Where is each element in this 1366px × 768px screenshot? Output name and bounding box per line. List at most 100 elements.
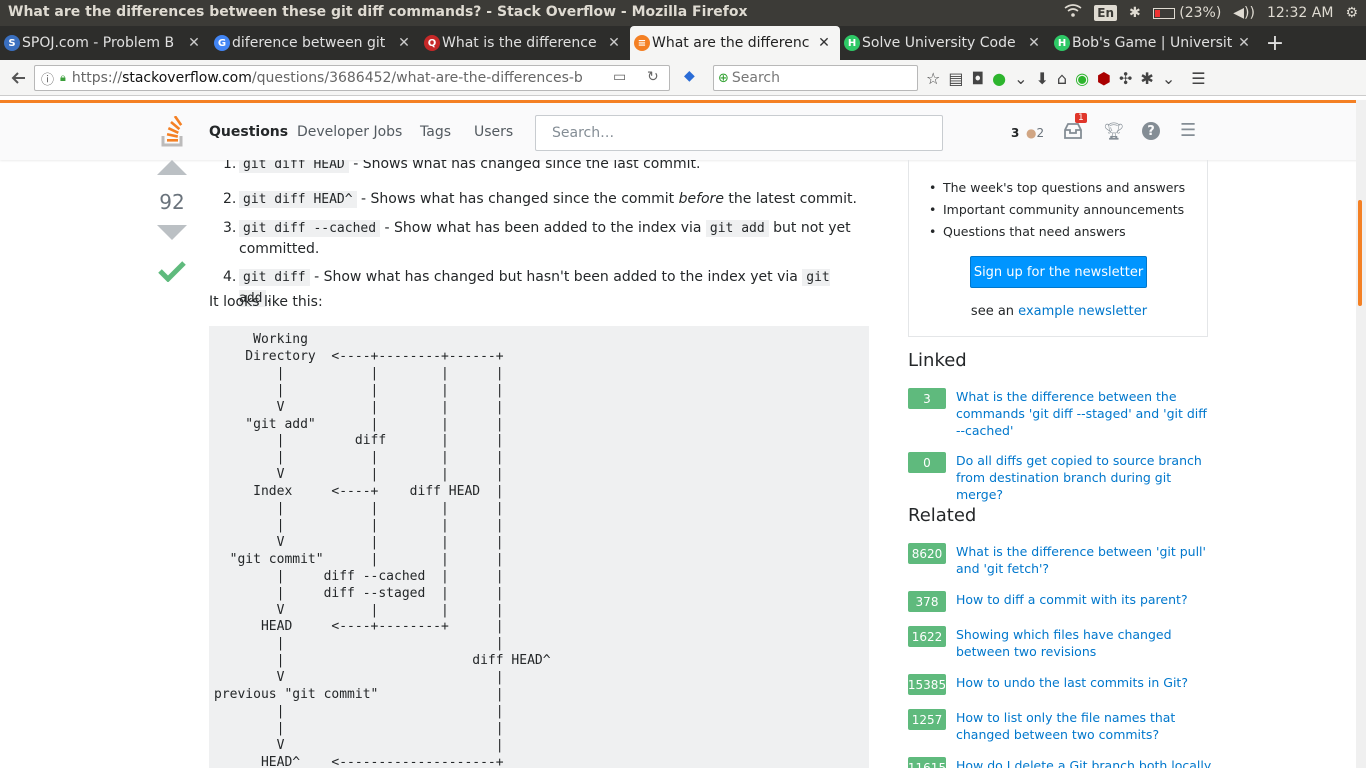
browser-tab[interactable]: H Bob's Game | Universit ✕ <box>1050 26 1260 60</box>
scrollbar-thumb[interactable] <box>1358 200 1362 306</box>
question-link[interactable]: How to list only the file names that cha… <box>956 709 1212 743</box>
network-extension-icon[interactable]: ✣ <box>1119 69 1132 88</box>
upvote-button[interactable] <box>150 160 194 180</box>
sidebar-question-item[interactable]: 11615 How do I delete a Git branch both l… <box>908 757 1211 768</box>
bronze-badge-icon: ● <box>1026 126 1037 140</box>
sidebar-question-item[interactable]: 8620 What is the difference between 'git … <box>908 543 1208 579</box>
vote-count: 92 <box>159 190 185 214</box>
pocket-icon[interactable]: ◘ <box>971 69 984 88</box>
wifi-icon[interactable] <box>1064 4 1082 22</box>
score-badge: 1257 <box>908 709 946 730</box>
extension-green-icon[interactable]: ◉ <box>1075 69 1089 88</box>
sidebar-question-item[interactable]: 3 What is the difference between the comm… <box>908 388 1208 438</box>
chevron-down-icon[interactable]: ⌄ <box>1014 69 1027 88</box>
site-switcher-icon[interactable]: ☰ <box>1180 120 1196 141</box>
downvote-button[interactable] <box>150 224 194 244</box>
so-header: Questions Developer Jobs Tags Users Sear… <box>0 100 1366 160</box>
so-search-input[interactable]: Search… <box>535 115 943 151</box>
example-newsletter-link[interactable]: example newsletter <box>1018 304 1147 319</box>
nav-users[interactable]: Users <box>474 124 513 140</box>
reload-icon[interactable]: ↻ <box>647 69 659 85</box>
url-bar[interactable]: ⓘ 🔒︎ https://stackoverflow.com/questions… <box>34 65 670 91</box>
question-link[interactable]: Do all diffs get copied to source branch… <box>956 452 1212 503</box>
score-badge: 1622 <box>908 626 946 647</box>
newsletter-box: The week's top questions and answers Imp… <box>908 160 1208 337</box>
browser-tab[interactable]: Gdiference between git ✕ <box>210 26 420 60</box>
clock[interactable]: 12:32 AM <box>1267 5 1333 21</box>
bookmark-star-icon[interactable]: ☆ <box>926 69 940 88</box>
tab-favicon-icon: H <box>1054 35 1070 51</box>
sidebar-question-item[interactable]: 378 How to diff a commit with its parent? <box>908 591 1208 627</box>
newsletter-signup-button[interactable]: Sign up for the newsletter <box>970 256 1147 288</box>
keyboard-language-indicator[interactable]: En <box>1094 5 1118 21</box>
back-button[interactable] <box>6 65 32 91</box>
reading-list-icon[interactable]: ▤ <box>948 69 963 88</box>
browser-tab-bar: S SPOJ.com - Problem B ✕ Gdiference between… <box>0 26 1366 60</box>
new-tab-button[interactable]: + <box>1260 26 1290 60</box>
browser-tab[interactable]: ≡ What are the differenc ✕ <box>630 26 840 60</box>
score-badge: 8620 <box>908 543 946 564</box>
stackoverflow-logo[interactable] <box>160 115 186 152</box>
nav-tags[interactable]: Tags <box>420 124 451 140</box>
newsletter-list: The week's top questions and answers Imp… <box>929 180 1207 239</box>
browser-tab[interactable]: S SPOJ.com - Problem B ✕ <box>0 26 210 60</box>
inbox-icon <box>1064 123 1082 139</box>
search-input[interactable]: ⊕ Search <box>713 65 918 91</box>
trophy-icon[interactable]: 🏆︎ <box>1103 122 1125 142</box>
list-item: 2. git diff HEAD^ - Shows what has change… <box>223 191 857 208</box>
reader-view-icon[interactable]: ▭ <box>613 69 626 85</box>
score-badge: 378 <box>908 591 946 612</box>
browser-nav-bar: ⓘ 🔒︎ https://stackoverflow.com/questions… <box>0 60 1366 96</box>
newsletter-item: Questions that need answers <box>929 224 1207 239</box>
tab-favicon-icon: H <box>844 35 860 51</box>
nav-developer-jobs[interactable]: Developer Jobs <box>297 124 402 140</box>
extension-bird-icon[interactable]: ◆ <box>684 68 695 84</box>
page-scrollbar[interactable] <box>1356 100 1366 768</box>
question-link[interactable]: How to undo the last commits in Git? <box>956 674 1212 691</box>
close-icon[interactable]: ✕ <box>816 35 832 51</box>
accepted-answer-check <box>150 260 194 286</box>
close-icon[interactable]: ✕ <box>606 35 622 51</box>
sidebar-question-item[interactable]: 1622 Showing which files have changed bet… <box>908 626 1208 662</box>
gear-icon[interactable]: ⚙ <box>1345 5 1358 21</box>
upvote-arrow-icon <box>157 160 187 175</box>
help-icon[interactable]: ? <box>1142 122 1160 140</box>
score-badge: 15385 <box>908 674 946 695</box>
ublock-icon[interactable]: ⬢ <box>1097 69 1111 88</box>
volume-icon[interactable]: ◀)) <box>1233 5 1255 21</box>
url-text: https://stackoverflow.com/questions/3686… <box>71 70 583 86</box>
question-link[interactable]: What is the difference between the comma… <box>956 388 1212 439</box>
question-link[interactable]: How do I delete a Git branch both locall… <box>956 757 1212 768</box>
battery-indicator[interactable]: (23%) <box>1152 5 1221 21</box>
close-icon[interactable]: ✕ <box>186 35 202 51</box>
inbox-button[interactable]: 1 <box>1063 113 1087 144</box>
nav-questions[interactable]: Questions <box>209 124 288 140</box>
info-icon[interactable]: ⓘ <box>41 69 54 88</box>
os-top-bar: What are the differences between these g… <box>0 0 1366 26</box>
sidebar-question-item[interactable]: 1257 How to list only the file names that… <box>908 709 1208 745</box>
close-icon[interactable]: ✕ <box>1026 35 1042 51</box>
browser-tab[interactable]: Q What is the difference ✕ <box>420 26 630 60</box>
question-link[interactable]: How to diff a commit with its parent? <box>956 591 1212 608</box>
newsletter-item: The week's top questions and answers <box>929 180 1207 195</box>
chevron-down-icon-2[interactable]: ⌄ <box>1162 69 1175 88</box>
downvote-arrow-icon <box>157 225 187 240</box>
lock-icon[interactable]: 🔒︎ <box>60 71 66 85</box>
question-link[interactable]: Showing which files have changed between… <box>956 626 1212 660</box>
close-icon[interactable]: ✕ <box>1236 35 1252 51</box>
download-icon[interactable]: ⬇ <box>1036 69 1049 88</box>
sidebar-question-item[interactable]: 0 Do all diffs get copied to source branc… <box>908 452 1208 502</box>
checkmark-extension-icon[interactable]: ● <box>992 69 1006 88</box>
bug-extension-icon[interactable]: ✱ <box>1140 69 1153 88</box>
sidebar-question-item[interactable]: 15385 How to undo the last commits in Git… <box>908 674 1208 710</box>
question-link[interactable]: What is the difference between 'git pull… <box>956 543 1212 577</box>
hamburger-menu-icon[interactable]: ☰ <box>1191 69 1205 88</box>
reputation-count[interactable]: 3 <box>1011 126 1019 140</box>
tab-favicon-icon: ≡ <box>634 35 650 51</box>
home-icon[interactable]: ⌂ <box>1057 69 1067 88</box>
close-icon[interactable]: ✕ <box>396 35 412 51</box>
browser-tab[interactable]: H Solve University Code ✕ <box>840 26 1050 60</box>
linked-heading: Linked <box>908 350 967 371</box>
bluetooth-icon[interactable]: ✱ <box>1129 5 1141 21</box>
bronze-badge-count[interactable]: ●2 <box>1026 126 1044 140</box>
